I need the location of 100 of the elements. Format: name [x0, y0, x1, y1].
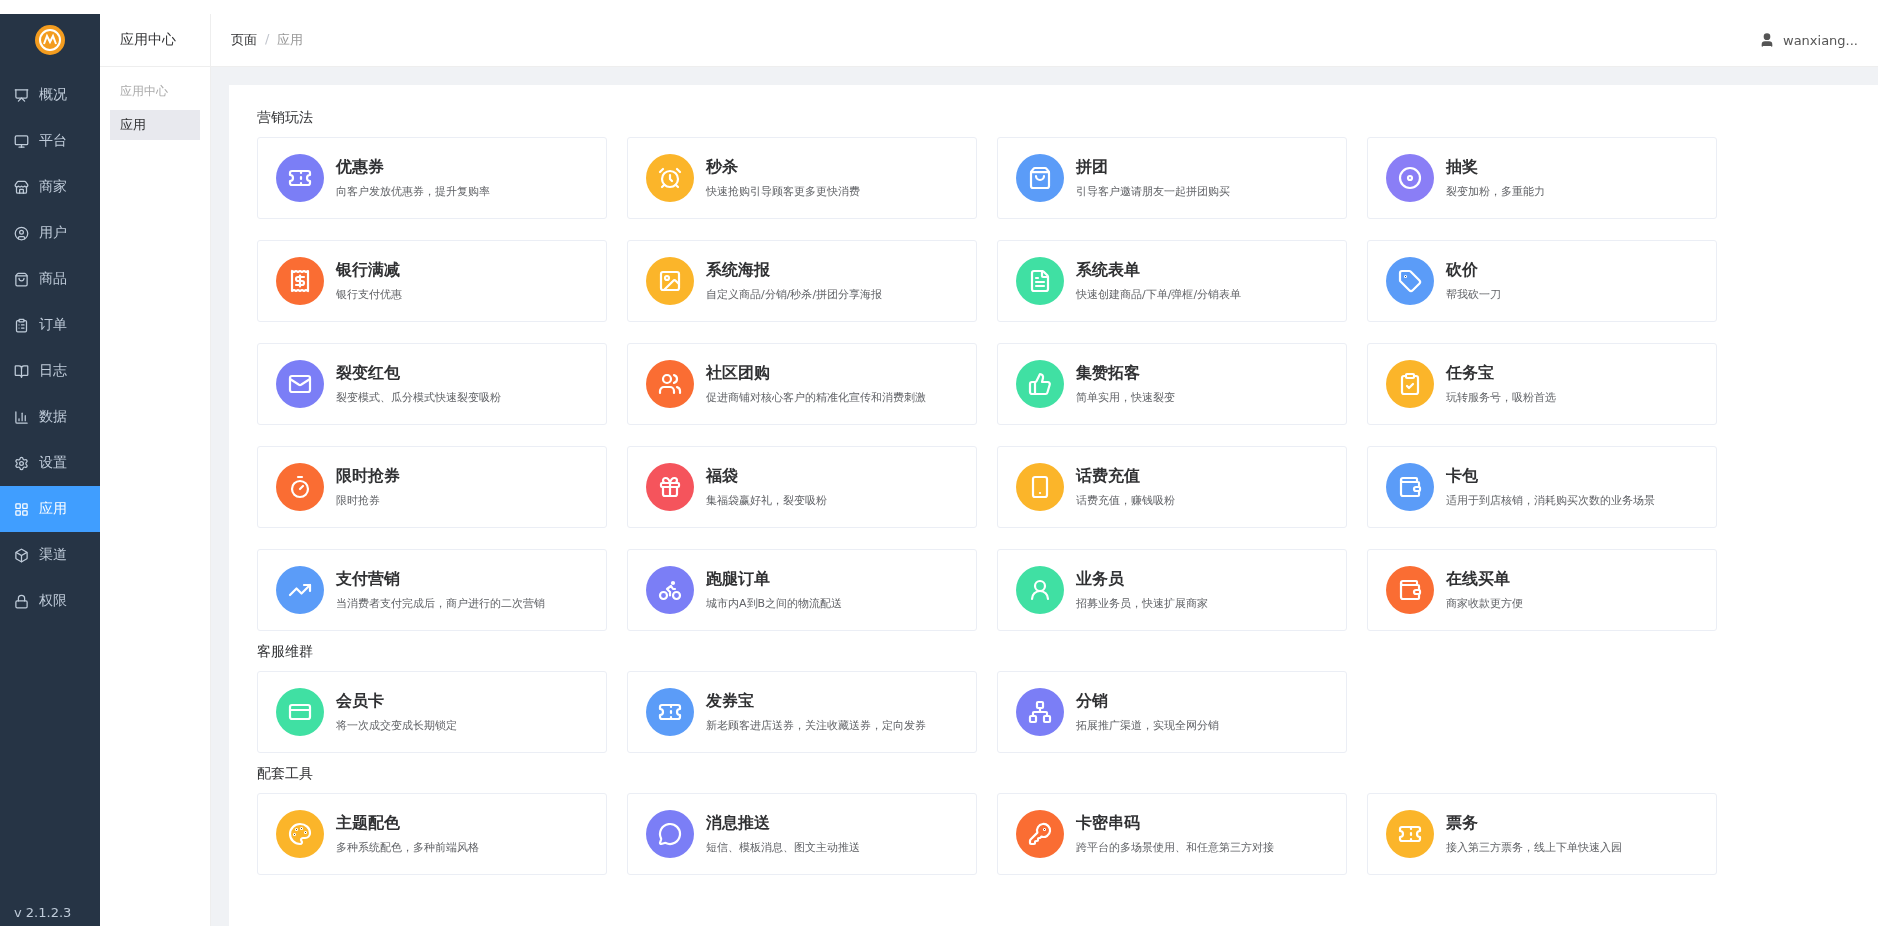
section-title: 客服维群 [257, 642, 314, 661]
presentation-icon [14, 87, 29, 103]
app-card[interactable]: 业务员 招募业务员，快速扩展商家 [997, 549, 1347, 631]
sidebar-item[interactable]: 订单 [0, 302, 100, 348]
store-icon [14, 179, 29, 195]
app-description: 自定义商品/分销/秒杀/拼团分享海报 [706, 287, 883, 302]
app-card[interactable]: 分销 拓展推广渠道，实现全网分销 [997, 671, 1347, 753]
app-name: 福袋 [706, 466, 739, 487]
app-description: 快速抢购引导顾客更多更快消费 [706, 184, 860, 199]
user-name[interactable]: wanxiang... [1783, 32, 1858, 48]
sidebar-item[interactable]: 平台 [0, 118, 100, 164]
app-card[interactable]: 砍价 帮我砍一刀 [1367, 240, 1717, 322]
clipboard-check-icon [1398, 372, 1422, 396]
receipt-icon [288, 269, 312, 293]
app-description: 当消费者支付完成后，商户进行的二次营销 [336, 596, 545, 611]
section-title: 营销玩法 [257, 108, 314, 127]
app-name: 发券宝 [706, 691, 755, 712]
section-title: 配套工具 [257, 764, 314, 783]
logo-icon [34, 24, 66, 56]
hierarchy-icon [1028, 700, 1052, 724]
chat-icon [658, 822, 682, 846]
app-name: 会员卡 [336, 691, 385, 712]
app-name: 在线买单 [1446, 569, 1511, 590]
app-card[interactable]: 系统表单 快速创建商品/下单/弹框/分销表单 [997, 240, 1347, 322]
app-card[interactable]: 秒杀 快速抢购引导顾客更多更快消费 [627, 137, 977, 219]
app-card[interactable]: 银行满减 银行支付优惠 [257, 240, 607, 322]
gift-icon [658, 475, 682, 499]
sidebar-item[interactable]: 商家 [0, 164, 100, 210]
app-card[interactable]: 卡密串码 跨平台的多场景使用、和任意第三方对接 [997, 793, 1347, 875]
app-name: 优惠券 [336, 157, 385, 178]
app-card[interactable]: 跑腿订单 城市内A到B之间的物流配送 [627, 549, 977, 631]
app-name: 系统表单 [1076, 260, 1141, 281]
user-icon [1759, 32, 1775, 48]
menu-group-label: 应用中心 [119, 83, 169, 100]
app-card[interactable]: 福袋 集福袋赢好礼，裂变吸粉 [627, 446, 977, 528]
app-card[interactable]: 话费充值 话费充值，赚钱吸粉 [997, 446, 1347, 528]
app-name: 卡包 [1446, 466, 1479, 487]
palette-icon [288, 822, 312, 846]
book-icon [14, 363, 29, 379]
app-name: 卡密串码 [1076, 813, 1141, 834]
users-icon [658, 372, 682, 396]
app-card[interactable]: 主题配色 多种系统配色，多种前端风格 [257, 793, 607, 875]
app-name: 支付营销 [336, 569, 401, 590]
cube-icon [14, 547, 29, 563]
app-description: 招募业务员，快速扩展商家 [1076, 596, 1208, 611]
sidebar-item[interactable]: 渠道 [0, 532, 100, 578]
sub-menu-item[interactable]: 应用 [110, 110, 200, 140]
sidebar-item[interactable]: 设置 [0, 440, 100, 486]
app-card[interactable]: 抽奖 裂变加粉，多重能力 [1367, 137, 1717, 219]
alarm-clock-icon [658, 166, 682, 190]
breadcrumb-item[interactable]: 页面 [231, 31, 257, 49]
app-name: 社区团购 [706, 363, 771, 384]
app-description: 裂变模式、瓜分模式快速裂变吸粉 [336, 390, 501, 405]
app-card[interactable]: 消息推送 短信、模板消息、图文主动推送 [627, 793, 977, 875]
app-card[interactable]: 卡包 适用于到店核销，消耗购买次数的业务场景 [1367, 446, 1717, 528]
app-card[interactable]: 发券宝 新老顾客进店送券，关注收藏送券，定向发券 [627, 671, 977, 753]
app-card[interactable]: 社区团购 促进商铺对核心客户的精准化宣传和消费刺激 [627, 343, 977, 425]
app-description: 话费充值，赚钱吸粉 [1076, 493, 1175, 508]
app-name: 系统海报 [706, 260, 771, 281]
app-card[interactable]: 优惠券 向客户发放优惠券，提升复购率 [257, 137, 607, 219]
app-description: 城市内A到B之间的物流配送 [706, 596, 843, 611]
app-card[interactable]: 会员卡 将一次成交变成长期锁定 [257, 671, 607, 753]
app-description: 快速创建商品/下单/弹框/分销表单 [1076, 287, 1242, 302]
key-icon [1028, 822, 1052, 846]
user-icon [14, 225, 29, 241]
app-description: 适用于到店核销，消耗购买次数的业务场景 [1446, 493, 1655, 508]
app-description: 裂变加粉，多重能力 [1446, 184, 1545, 199]
image-icon [658, 269, 682, 293]
app-card[interactable]: 任务宝 玩转服务号，吸粉首选 [1367, 343, 1717, 425]
app-card[interactable]: 支付营销 当消费者支付完成后，商户进行的二次营销 [257, 549, 607, 631]
app-description: 商家收款更方便 [1446, 596, 1523, 611]
sidebar-item[interactable]: 权限 [0, 578, 100, 624]
sidebar-item[interactable]: 概况 [0, 72, 100, 118]
bag-icon [14, 271, 29, 287]
clipboard-icon [14, 317, 29, 333]
app-card[interactable]: 在线买单 商家收款更方便 [1367, 549, 1717, 631]
version-label: v 2.1.2.3 [13, 905, 73, 922]
sidebar-item[interactable]: 数据 [0, 394, 100, 440]
grid-icon [14, 501, 29, 517]
app-description: 拓展推广渠道，实现全网分销 [1076, 718, 1219, 733]
app-description: 新老顾客进店送券，关注收藏送券，定向发券 [706, 718, 926, 733]
monitor-icon [14, 133, 29, 149]
document-icon [1028, 269, 1052, 293]
app-card[interactable]: 限时抢券 限时抢券 [257, 446, 607, 528]
sidebar-item[interactable]: 用户 [0, 210, 100, 256]
sidebar-item[interactable]: 商品 [0, 256, 100, 302]
sub-navigation-title: 应用中心 [100, 14, 210, 67]
app-card[interactable]: 集赞拓客 简单实用，快速裂变 [997, 343, 1347, 425]
app-name: 裂变红包 [336, 363, 401, 384]
app-description: 引导客户邀请朋友一起拼团购买 [1076, 184, 1230, 199]
app-description: 短信、模板消息、图文主动推送 [706, 840, 860, 855]
app-name: 限时抢券 [336, 466, 400, 487]
app-description: 银行支付优惠 [336, 287, 402, 302]
wallet-icon [1398, 578, 1422, 602]
app-card[interactable]: 裂变红包 裂变模式、瓜分模式快速裂变吸粉 [257, 343, 607, 425]
app-card[interactable]: 系统海报 自定义商品/分销/秒杀/拼团分享海报 [627, 240, 977, 322]
app-card[interactable]: 票务 接入第三方票务，线上下单快速入园 [1367, 793, 1717, 875]
app-card[interactable]: 拼团 引导客户邀请朋友一起拼团购买 [997, 137, 1347, 219]
sidebar-item[interactable]: 日志 [0, 348, 100, 394]
bag-icon [1028, 166, 1052, 190]
